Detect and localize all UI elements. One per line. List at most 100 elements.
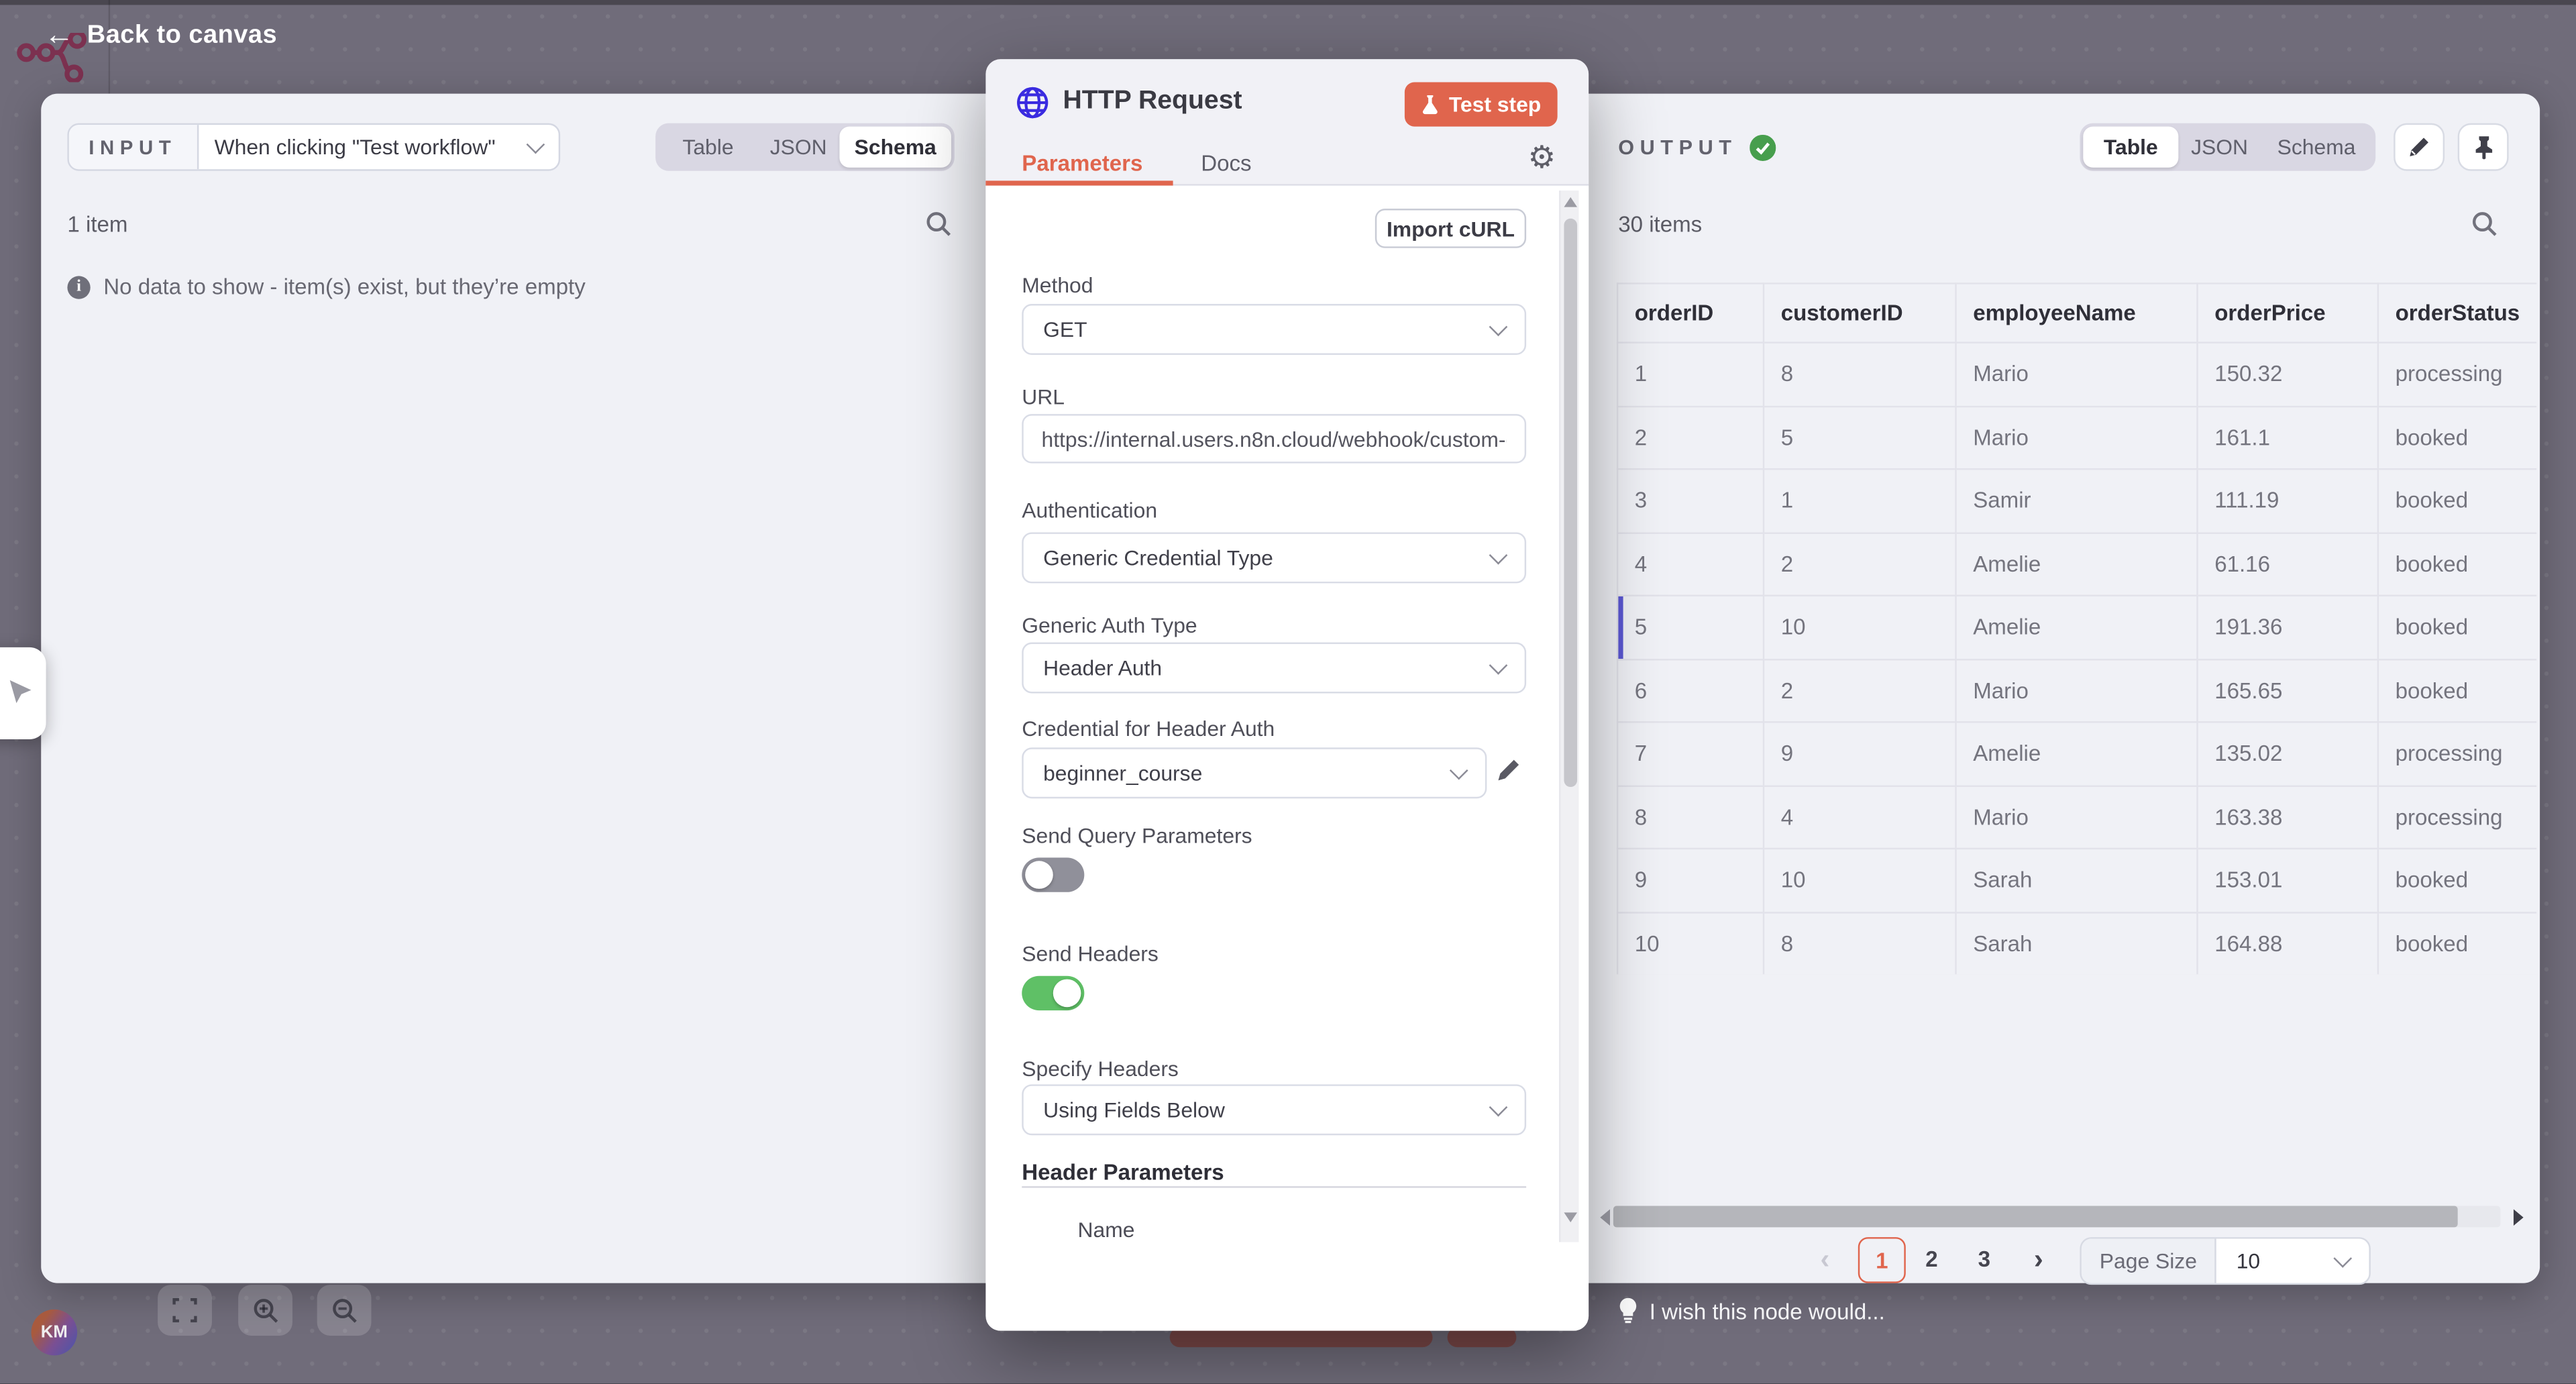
zoom-out-button[interactable]: [317, 1285, 372, 1336]
output-view-tabs: Table JSON Schema: [2080, 123, 2375, 171]
tab-table[interactable]: Table: [659, 127, 757, 168]
toggle-knob: [1025, 861, 1053, 889]
send-headers-toggle[interactable]: [1022, 976, 1084, 1010]
url-input[interactable]: [1022, 414, 1526, 463]
tab-docs[interactable]: Docs: [1201, 151, 1251, 176]
import-curl-button[interactable]: Import cURL: [1375, 209, 1526, 248]
modal-scrollbar-thumb[interactable]: [1564, 219, 1577, 787]
cell: Amelie: [1956, 596, 2198, 659]
tab-schema[interactable]: Schema: [839, 127, 951, 168]
cell: 5: [1617, 596, 1764, 659]
column-header[interactable]: orderPrice: [2198, 283, 2378, 342]
field-label-authentication: Authentication: [1022, 498, 1157, 523]
table-row[interactable]: 6 2 Mario 165.65 booked: [1617, 659, 2536, 722]
chevron-down-icon: [1489, 545, 1508, 564]
credential-select[interactable]: beginner_course: [1022, 747, 1487, 798]
test-step-button[interactable]: Test step: [1405, 82, 1558, 126]
cell: 5: [1764, 406, 1956, 469]
tab-table[interactable]: Table: [2083, 127, 2178, 168]
zoom-in-button[interactable]: [238, 1285, 292, 1336]
tab-json[interactable]: JSON: [757, 127, 839, 168]
pagination-next[interactable]: ›: [2034, 1244, 2043, 1277]
field-label-credential: Credential for Header Auth: [1022, 716, 1275, 741]
table-row[interactable]: 4 2 Amelie 61.16 booked: [1617, 532, 2536, 595]
cell: 9: [1617, 849, 1764, 912]
table-row[interactable]: 9 10 Sarah 153.01 booked: [1617, 849, 2536, 912]
user-avatar[interactable]: KM: [32, 1310, 78, 1356]
cell: processing: [2378, 786, 2536, 849]
canvas-background: ← Back to canvas INPUT When clicking "Te…: [0, 0, 2576, 1383]
field-label-specify-headers: Specify Headers: [1022, 1057, 1179, 1081]
canvas-pointer-tool-button[interactable]: [0, 647, 46, 739]
output-table-container[interactable]: orderID customerID employeeName orderPri…: [1617, 282, 2536, 974]
column-header[interactable]: employeeName: [1956, 283, 2198, 342]
back-to-canvas-button[interactable]: ← Back to canvas: [44, 19, 277, 51]
cell: 4: [1764, 786, 1956, 849]
column-header[interactable]: orderStatus: [2378, 283, 2536, 342]
column-header[interactable]: orderID: [1617, 283, 1764, 342]
zoom-to-fit-button[interactable]: [158, 1285, 212, 1336]
gear-icon[interactable]: ⚙: [1528, 140, 1556, 177]
search-icon[interactable]: [925, 210, 953, 238]
table-row[interactable]: 3 1 Samir 111.19 booked: [1617, 469, 2536, 532]
edit-output-button[interactable]: [2394, 123, 2445, 171]
cell: 2: [1764, 532, 1956, 595]
toggle-knob: [1053, 979, 1081, 1008]
input-empty-message-row: i No data to show - item(s) exist, but t…: [67, 274, 585, 299]
pin-data-button[interactable]: [2458, 123, 2509, 171]
cell: Mario: [1956, 786, 2198, 849]
pagination-page-2[interactable]: 2: [1925, 1247, 1937, 1272]
info-icon: i: [67, 275, 90, 298]
cell: 8: [1617, 786, 1764, 849]
output-panel-label: OUTPUT: [1618, 136, 1737, 159]
input-empty-message: No data to show - item(s) exist, but the…: [103, 274, 585, 299]
pagination-prev[interactable]: ‹: [1820, 1244, 1829, 1277]
tab-json[interactable]: JSON: [2178, 127, 2260, 168]
back-arrow-icon: ←: [44, 19, 74, 51]
node-feedback-link[interactable]: I wish this node would...: [1618, 1298, 1885, 1324]
tab-parameters[interactable]: Parameters: [1022, 151, 1142, 176]
cell: booked: [2378, 532, 2536, 595]
scroll-right-arrow[interactable]: [2514, 1209, 2524, 1225]
page-size-select[interactable]: Page Size 10: [2080, 1237, 2371, 1285]
input-source-select[interactable]: INPUT When clicking "Test workflow": [67, 123, 559, 171]
pencil-icon: [2407, 135, 2432, 160]
param-name-label: Name: [1078, 1218, 1135, 1242]
table-row[interactable]: 7 9 Amelie 135.02 processing: [1617, 722, 2536, 785]
edit-credential-pencil-icon[interactable]: [1495, 756, 1523, 784]
modal-scrollbar-track[interactable]: [1559, 191, 1578, 1242]
scroll-down-arrow[interactable]: [1564, 1212, 1577, 1222]
cell: Mario: [1956, 659, 2198, 722]
tab-schema[interactable]: Schema: [2261, 127, 2373, 168]
send-query-parameters-toggle[interactable]: [1022, 857, 1084, 892]
method-select[interactable]: GET: [1022, 304, 1526, 355]
cell: 153.01: [2198, 849, 2378, 912]
search-icon[interactable]: [2471, 210, 2499, 238]
column-header[interactable]: customerID: [1764, 283, 1956, 342]
table-row-highlighted[interactable]: 5 10 Amelie 191.36 booked: [1617, 596, 2536, 659]
table-row[interactable]: 8 4 Mario 163.38 processing: [1617, 786, 2536, 849]
chevron-down-icon: [1489, 655, 1508, 674]
pagination-page-3[interactable]: 3: [1978, 1247, 1990, 1272]
chevron-down-icon: [525, 134, 544, 153]
authentication-select[interactable]: Generic Credential Type: [1022, 532, 1526, 583]
input-items-count: 1 item: [67, 212, 127, 237]
table-row[interactable]: 2 5 Mario 161.1 booked: [1617, 406, 2536, 469]
specify-headers-select[interactable]: Using Fields Below: [1022, 1084, 1526, 1135]
cell: 2: [1764, 659, 1956, 722]
field-label-send-headers: Send Headers: [1022, 941, 1159, 966]
table-row[interactable]: 10 8 Sarah 164.88 booked: [1617, 912, 2536, 974]
cell: Sarah: [1956, 849, 2198, 912]
field-label-send-query-params: Send Query Parameters: [1022, 823, 1252, 848]
horizontal-scrollbar-thumb[interactable]: [1613, 1206, 2458, 1228]
table-row[interactable]: 1 8 Mario 150.32 processing: [1617, 343, 2536, 406]
active-tab-underline: [985, 180, 1173, 185]
generic-auth-type-select[interactable]: Header Auth: [1022, 643, 1526, 694]
pagination-page-1[interactable]: 1: [1858, 1237, 1906, 1283]
cell: booked: [2378, 912, 2536, 974]
scroll-up-arrow[interactable]: [1564, 197, 1577, 207]
cell: 2: [1617, 406, 1764, 469]
chevron-down-icon: [1489, 317, 1508, 335]
scroll-left-arrow[interactable]: [1600, 1209, 1610, 1225]
input-source-value: When clicking "Test workflow": [215, 135, 496, 160]
